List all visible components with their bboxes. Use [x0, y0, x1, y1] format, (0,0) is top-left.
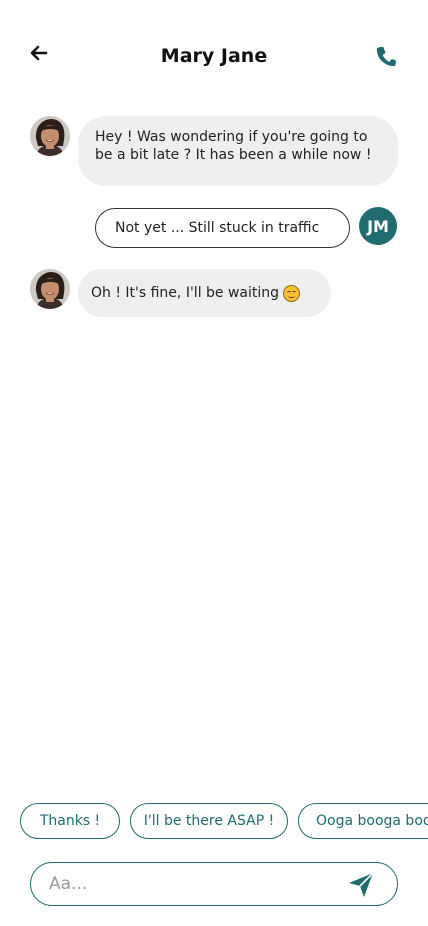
send-icon — [349, 872, 374, 897]
message-bubble-incoming[interactable]: Oh ! It's fine, I'll be waiting — [78, 269, 331, 317]
smiling-face-emoji — [283, 284, 301, 302]
message-composer — [30, 862, 398, 906]
chat-header: Mary Jane — [0, 0, 428, 110]
contact-avatar[interactable] — [30, 269, 70, 309]
call-button[interactable] — [374, 43, 400, 69]
send-button[interactable] — [347, 871, 375, 899]
phone-icon — [376, 46, 397, 67]
contact-photo — [30, 269, 70, 309]
message-bubble-incoming[interactable]: Hey ! Was wondering if you're going to b… — [78, 116, 398, 186]
quick-reply-chip[interactable]: I'll be there ASAP ! — [130, 803, 288, 839]
message-text: Not yet ... Still stuck in traffic — [115, 220, 320, 236]
quick-replies-bar[interactable]: Thanks ! I'll be there ASAP ! Ooga booga… — [0, 803, 428, 839]
chat-screen: Mary Jane Hey ! Was wondering if you're … — [0, 0, 428, 926]
user-avatar[interactable]: JM — [359, 207, 397, 245]
message-input[interactable] — [49, 869, 339, 899]
contact-name: Mary Jane — [160, 45, 268, 67]
message-text: Hey ! Was wondering if you're going to b… — [95, 129, 372, 163]
quick-reply-chip[interactable]: Thanks ! — [20, 803, 120, 839]
message-bubble-outgoing[interactable]: Not yet ... Still stuck in traffic — [95, 208, 350, 248]
message-text: Oh ! It's fine, I'll be waiting — [91, 285, 280, 301]
quick-reply-chip[interactable]: Ooga booga boo — [298, 803, 428, 839]
contact-avatar[interactable] — [30, 116, 70, 156]
user-initials: JM — [367, 216, 389, 236]
contact-photo — [30, 116, 70, 156]
